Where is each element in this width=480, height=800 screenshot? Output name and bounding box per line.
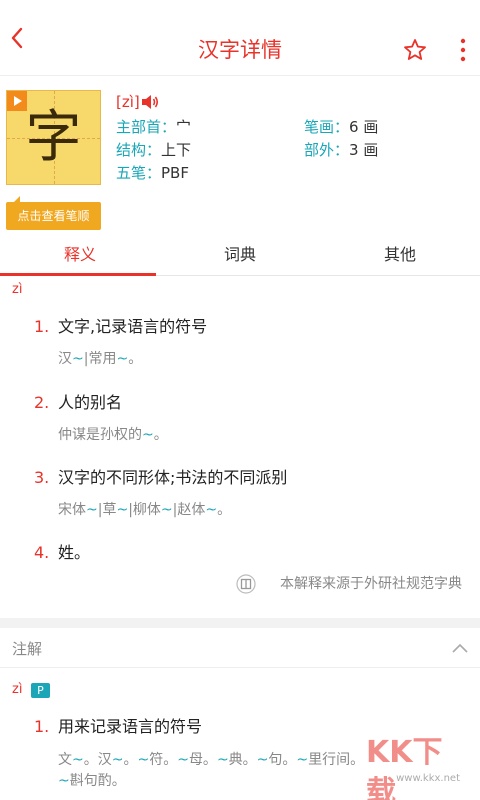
definition-number: 2.	[34, 393, 50, 412]
stroke-order-button[interactable]: 点击查看笔顺	[6, 196, 101, 230]
tab-bar: 释义 词典 其他	[0, 236, 480, 276]
definition-number: 3.	[34, 468, 50, 487]
tab-dictionary[interactable]: 词典	[160, 236, 320, 276]
example-text: 母。	[188, 752, 217, 768]
definition-example: 汉~|常用~。	[58, 349, 142, 369]
star-icon[interactable]	[403, 38, 427, 62]
source-note: 本解释来源于外研社规范字典	[280, 576, 462, 592]
speaker-icon[interactable]	[140, 92, 160, 112]
more-vertical-icon[interactable]	[455, 38, 471, 62]
headword-placeholder: ~	[116, 351, 129, 367]
example-text: 间。	[336, 752, 365, 768]
chevron-up-icon[interactable]	[452, 642, 468, 654]
tab-other[interactable]: 其他	[320, 236, 480, 276]
definition-example: 仲谋是孙权的~。	[58, 425, 168, 445]
radical-value: 宀	[176, 118, 192, 136]
example-text: 符。	[149, 752, 178, 768]
example-text: 句。	[268, 752, 297, 768]
headword-placeholder: ~	[58, 773, 70, 789]
example-text: 典。	[228, 752, 257, 768]
radical-key: 主部首：	[116, 118, 177, 136]
character-tile[interactable]: 字	[6, 90, 101, 185]
structure-row: 结构：上下	[116, 140, 191, 160]
note-example-line: 文~。汉~。~符。~母。~典。~句。~里行间。	[58, 750, 364, 770]
definition-example: 宋体~|草~|柳体~|赵体~。	[58, 500, 231, 520]
pinyin-label: [zì]	[116, 93, 140, 111]
definitions-card: zì 1. 文字,记录语言的符号 汉~|常用~。 2. 人的别名 仲谋是孙权的~…	[0, 276, 480, 618]
example-text: |赵体	[172, 502, 206, 518]
top-app-bar: 汉字详情	[0, 0, 480, 76]
definition-text: 姓。	[58, 543, 91, 562]
definition-number: 4.	[34, 543, 50, 562]
tab-definition[interactable]: 释义	[0, 236, 160, 276]
example-text: |草	[97, 502, 117, 518]
radical-row: 主部首：宀	[116, 117, 191, 137]
wubi-row: 五笔：PBF	[116, 163, 189, 183]
site-watermark: KK下载 www.kkx.net	[366, 733, 466, 800]
wubi-key: 五笔：	[116, 164, 162, 182]
example-text: 。汉	[83, 752, 112, 768]
character-glyph: 字	[25, 105, 82, 170]
strokes-value: 6 画	[349, 118, 379, 136]
example-text: |柳体	[128, 502, 161, 518]
notes-label: 注解	[12, 640, 43, 658]
note-pinyin: zì	[12, 682, 23, 697]
example-text: 仲谋是孙权的	[58, 427, 142, 443]
outer-strokes-value: 3 画	[349, 141, 379, 159]
example-text: 。	[217, 502, 232, 518]
headword-placeholder: ~	[137, 752, 150, 768]
example-text: 宋体	[58, 502, 86, 518]
strokes-row: 笔画：6 画	[304, 117, 378, 137]
watermark-text: KK下载	[366, 735, 443, 800]
headword-placeholder: ~	[86, 502, 98, 518]
pronunciation-badge: P	[31, 683, 50, 698]
example-text: 文	[58, 752, 72, 768]
watermark-url: www.kkx.net	[396, 773, 460, 784]
headword-placeholder: ~	[142, 427, 154, 443]
structure-key: 结构：	[116, 141, 162, 159]
headword-placeholder: ~	[160, 502, 173, 518]
note-text: 用来记录语言的符号	[58, 717, 203, 736]
example-text: 斟句酌。	[69, 773, 126, 789]
headword-placeholder: ~	[256, 752, 269, 768]
example-text: 。	[153, 427, 168, 443]
headword-placeholder: ~	[111, 752, 124, 768]
definition-number: 1.	[34, 317, 50, 336]
definition-text: 文字,记录语言的符号	[58, 317, 208, 336]
definition-text: 汉字的不同形体;书法的不同派别	[58, 468, 288, 487]
headword-placeholder: ~	[116, 502, 129, 518]
headword-placeholder: ~	[72, 752, 84, 768]
definition-pinyin: zì	[12, 282, 23, 297]
strokes-key: 笔画：	[304, 118, 350, 136]
outer-strokes-row: 部外：3 画	[304, 140, 378, 160]
headword-placeholder: ~	[177, 752, 189, 768]
character-header: 字 点击查看笔顺 [zì] 主部首：宀 笔画：6 画 结构：上下 部外：3 画 …	[0, 76, 480, 236]
outer-strokes-key: 部外：	[304, 141, 350, 159]
example-text: |常用	[83, 351, 117, 367]
headword-placeholder: ~	[72, 351, 84, 367]
notes-header[interactable]: 注解	[0, 628, 480, 668]
wubi-value: PBF	[161, 164, 189, 182]
example-text: 里行	[308, 752, 337, 768]
headword-placeholder: ~	[296, 752, 309, 768]
book-icon	[236, 574, 256, 594]
example-text: 汉	[58, 351, 72, 367]
structure-value: 上下	[161, 141, 192, 159]
definition-text: 人的别名	[58, 393, 123, 412]
headword-placeholder: ~	[205, 502, 218, 518]
example-text: 。	[128, 351, 143, 367]
note-example-line: ~斟句酌。	[58, 771, 126, 791]
headword-placeholder: ~	[216, 752, 229, 768]
example-text: 。	[123, 752, 138, 768]
note-number: 1.	[34, 717, 50, 736]
